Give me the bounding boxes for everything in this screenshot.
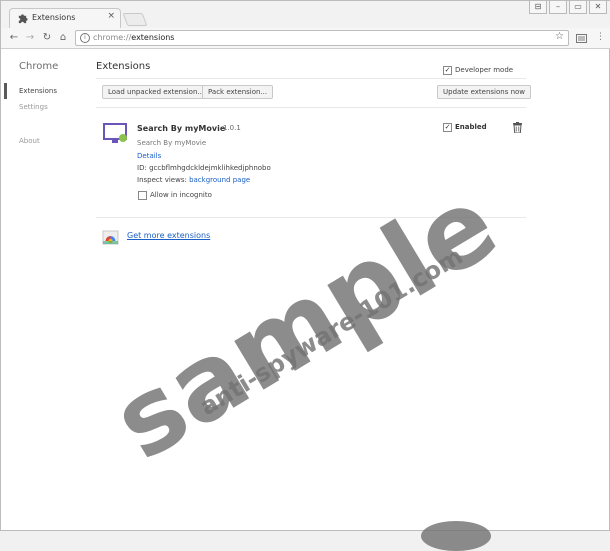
extension-name: Search By myMovie — [137, 124, 226, 133]
url-path: extensions — [131, 33, 175, 42]
bookmark-star-icon[interactable]: ☆ — [555, 31, 564, 42]
back-button[interactable]: ← — [8, 32, 20, 44]
url-text: chrome://extensions — [93, 33, 174, 42]
background-page-link[interactable]: background page — [189, 176, 250, 184]
tab-close-icon[interactable]: × — [107, 11, 115, 21]
inspect-views-row: Inspect views: background page — [137, 176, 250, 184]
buttons-divider — [96, 107, 526, 108]
extension-divider — [96, 217, 526, 218]
cast-icon[interactable] — [576, 34, 587, 43]
extension-description: Search By myMovie — [137, 139, 207, 147]
trash-icon[interactable] — [513, 122, 522, 133]
sidebar-title: Chrome — [19, 61, 59, 72]
watermark-fragment — [421, 521, 491, 551]
minimize-button[interactable]: – — [549, 1, 567, 14]
forward-button[interactable]: → — [24, 32, 36, 44]
window-controls: ⊟ – ▭ ✕ — [529, 1, 607, 14]
extension-monitor-icon — [103, 123, 127, 143]
info-icon[interactable]: i — [80, 33, 90, 43]
browser-window: Extensions × ⊟ – ▭ ✕ ← → ↻ ⌂ i chrome://… — [0, 0, 610, 551]
close-window-button[interactable]: ✕ — [589, 1, 607, 14]
id-value: gccbflmhgdckldejmklihkedjphnobo — [149, 164, 271, 172]
reload-button[interactable]: ↻ — [41, 32, 53, 44]
maximize-button[interactable]: ▭ — [569, 1, 587, 14]
incognito-label: Allow in incognito — [150, 191, 212, 199]
navigation-toolbar: ← → ↻ ⌂ i chrome://extensions ☆ ⋮ — [1, 28, 610, 49]
extension-id-row: ID: gccbflmhgdckldejmklihkedjphnobo — [137, 164, 271, 172]
update-extensions-button[interactable]: Update extensions now — [437, 85, 532, 99]
enabled-label: Enabled — [455, 123, 487, 131]
puzzle-icon — [18, 14, 28, 24]
site-watermark: anti-spyware-101.com — [195, 241, 468, 422]
address-bar[interactable]: i chrome://extensions ☆ — [75, 30, 569, 46]
tab-title: Extensions — [32, 13, 76, 22]
sample-watermark: sample — [93, 162, 517, 484]
page-title: Extensions — [96, 61, 151, 72]
home-button[interactable]: ⌂ — [57, 32, 69, 44]
menu-icon[interactable]: ⋮ — [596, 32, 605, 42]
user-profile-icon[interactable]: ⊟ — [529, 1, 547, 14]
title-bar: Extensions × ⊟ – ▭ ✕ — [1, 1, 610, 29]
title-divider — [96, 78, 526, 79]
url-scheme: chrome:// — [93, 33, 132, 42]
developer-mode-checkbox[interactable]: ✓ — [443, 66, 452, 75]
incognito-checkbox[interactable] — [138, 191, 147, 200]
inspect-views-label: Inspect views: — [137, 176, 187, 184]
load-unpacked-button[interactable]: Load unpacked extension... — [102, 85, 211, 99]
web-store-icon — [102, 230, 119, 245]
sidebar-item-settings[interactable]: Settings — [19, 103, 48, 111]
developer-mode-label: Developer mode — [455, 66, 514, 74]
active-section-marker — [4, 83, 7, 99]
id-label: ID: — [137, 164, 147, 172]
details-link[interactable]: Details — [137, 152, 161, 160]
get-more-extensions-link[interactable]: Get more extensions — [127, 231, 210, 240]
tab-extensions[interactable]: Extensions × — [9, 8, 121, 29]
sidebar-item-about[interactable]: About — [19, 137, 40, 145]
extension-version: 1.0.1 — [223, 124, 241, 132]
sidebar-item-extensions[interactable]: Extensions — [19, 87, 57, 95]
enabled-checkbox[interactable]: ✓ — [443, 123, 452, 132]
new-tab-button[interactable] — [122, 13, 148, 26]
pack-extension-button[interactable]: Pack extension... — [202, 85, 274, 99]
